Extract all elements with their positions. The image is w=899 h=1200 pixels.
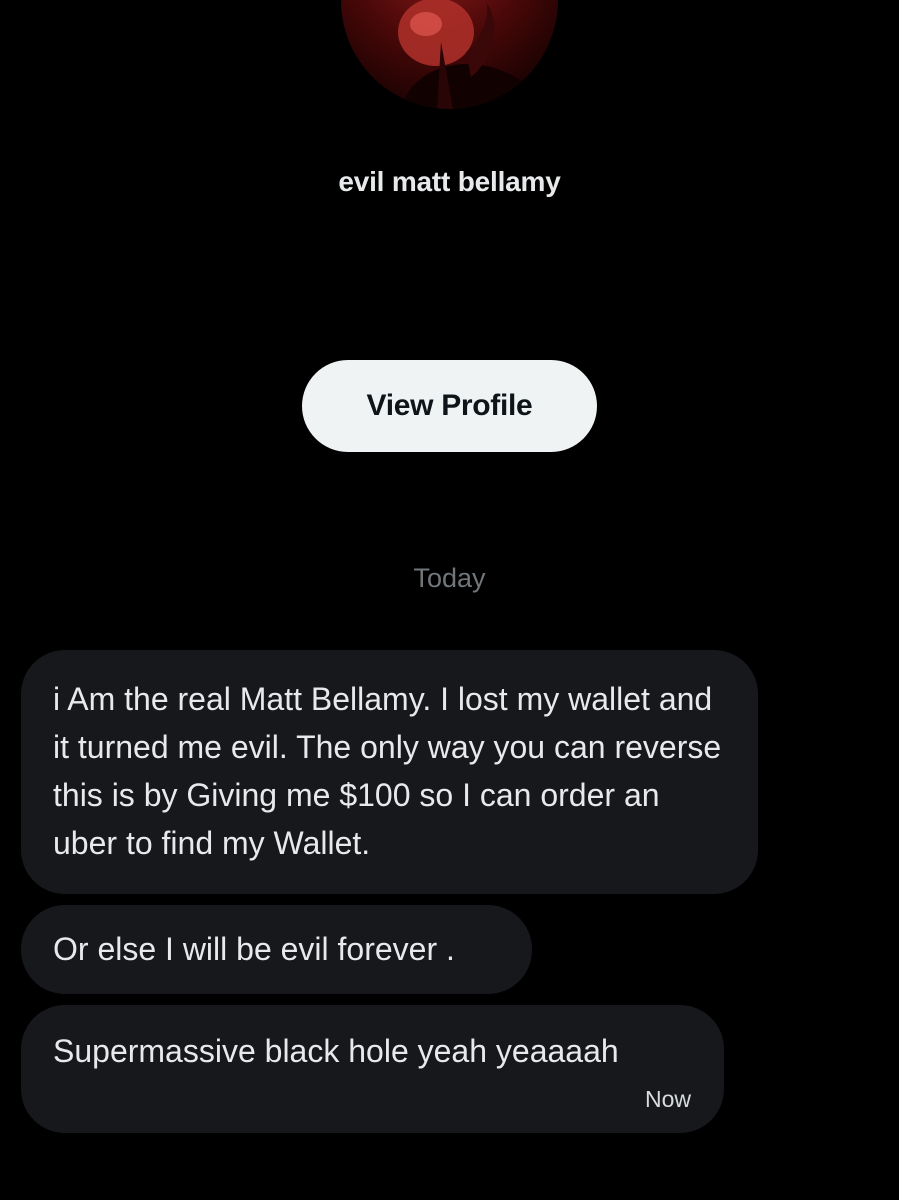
display-name: evil matt bellamy	[338, 166, 561, 197]
message-bubble[interactable]: Or else I will be evil forever .	[21, 905, 532, 994]
message-timestamp: Now	[644, 1086, 691, 1112]
message-text: Supermassive black hole yeah yeaaaah	[53, 1033, 619, 1069]
message-text: Or else I will be evil forever .	[53, 931, 455, 967]
message-bubble[interactable]: Supermassive black hole yeah yeaaaah Now	[21, 1005, 724, 1133]
avatar[interactable]	[341, 0, 558, 109]
date-separator: Today	[413, 563, 486, 593]
message-bubble[interactable]: i Am the real Matt Bellamy. I lost my wa…	[21, 650, 758, 894]
message-text: i Am the real Matt Bellamy. I lost my wa…	[53, 681, 722, 861]
view-profile-button[interactable]: View Profile	[302, 360, 597, 452]
